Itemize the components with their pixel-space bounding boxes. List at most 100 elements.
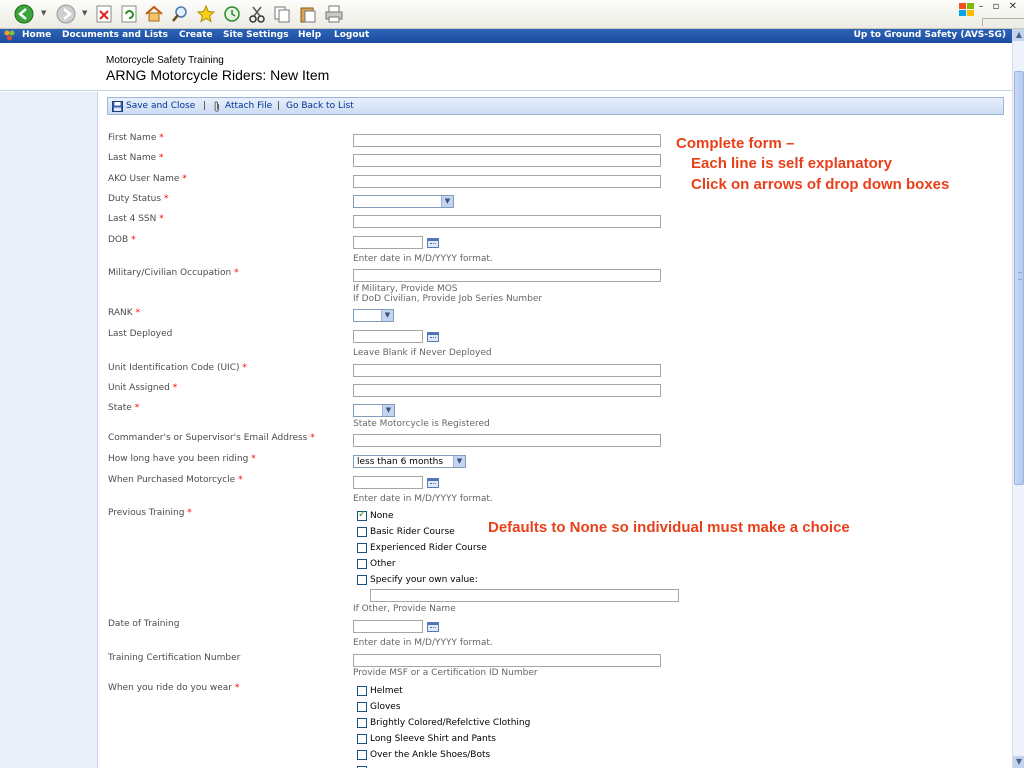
duty-status-select[interactable]: ▼ (353, 195, 454, 208)
paste-icon[interactable] (298, 4, 318, 24)
last-deployed-hint: Leave Blank if Never Deployed (353, 348, 492, 358)
calendar-icon[interactable] (427, 622, 439, 632)
previous-training-label: Previous Training * (108, 508, 192, 518)
training-specify-input[interactable] (370, 589, 679, 602)
save-icon[interactable] (112, 101, 123, 112)
search-icon[interactable] (170, 4, 190, 24)
ako-user-name-label: AKO User Name * (108, 174, 187, 184)
label-text: When Purchased Motorcycle (108, 475, 236, 485)
scroll-up-icon[interactable]: ▲ (1013, 29, 1024, 41)
chevron-down-icon[interactable]: ▼ (382, 405, 394, 416)
uic-input[interactable] (353, 364, 661, 377)
label-text: Last 4 SSN (108, 214, 157, 224)
page-header: Motorcycle Safety Training ARNG Motorcyc… (0, 43, 1012, 91)
forward-dropdown-icon[interactable]: ▼ (82, 9, 87, 17)
last-deployed-date-input[interactable] (353, 330, 423, 343)
cut-icon[interactable] (247, 4, 267, 24)
nav-documents-and-lists[interactable]: Documents and Lists (62, 30, 168, 40)
commander-email-input[interactable] (353, 434, 661, 447)
scroll-down-icon[interactable]: ▼ (1013, 756, 1024, 768)
nav-home[interactable]: Home (22, 30, 51, 40)
first-name-input[interactable] (353, 134, 661, 147)
label-text: Duty Status (108, 194, 162, 204)
nav-create[interactable]: Create (179, 30, 213, 40)
paperclip-icon[interactable] (213, 101, 221, 112)
training-basic-checkbox[interactable] (357, 527, 367, 537)
ako-user-name-input[interactable] (353, 175, 661, 188)
calendar-icon[interactable] (427, 478, 439, 488)
home-icon[interactable] (144, 4, 164, 24)
favorites-icon[interactable] (196, 4, 216, 24)
go-back-to-list-button[interactable]: Go Back to List (286, 101, 354, 111)
annotation-self-explanatory: Each line is self explanatory (691, 155, 892, 172)
label-text: Training Certification Number (108, 653, 241, 663)
training-date-input[interactable] (353, 620, 423, 633)
annotation-defaults-none: Defaults to None so individual must make… (488, 519, 850, 536)
label-text: When you ride do you wear (108, 683, 233, 693)
history-icon[interactable] (222, 4, 242, 24)
wear-option-label: Long Sleeve Shirt and Pants (370, 734, 496, 744)
wear-ankle-shoes-checkbox[interactable] (357, 750, 367, 760)
training-other-checkbox[interactable] (357, 559, 367, 569)
wear-bright-clothing-checkbox[interactable] (357, 718, 367, 728)
training-none-checkbox[interactable] (357, 509, 367, 521)
scroll-thumb[interactable] (1014, 71, 1024, 485)
rank-label: RANK * (108, 308, 140, 318)
training-specify-checkbox[interactable] (357, 575, 367, 585)
wear-option-label: Over the Ankle Shoes/Bots (370, 750, 491, 760)
required-marker: * (159, 214, 164, 224)
forward-icon[interactable] (56, 4, 76, 24)
nav-site-settings[interactable]: Site Settings (223, 30, 289, 40)
back-icon[interactable] (14, 4, 34, 24)
calendar-icon[interactable] (427, 238, 439, 248)
duty-status-label: Duty Status * (108, 194, 168, 204)
attach-file-button[interactable]: Attach File (225, 101, 272, 111)
stop-icon[interactable] (94, 4, 114, 24)
purchased-date-input[interactable] (353, 476, 423, 489)
occupation-hint-military: If Military, Provide MOS (353, 284, 458, 294)
save-and-close-button[interactable]: Save and Close (126, 101, 195, 111)
required-marker: * (172, 383, 178, 393)
wear-helmet-checkbox[interactable] (357, 686, 367, 696)
last-deployed-label: Last Deployed (108, 329, 172, 339)
wear-long-sleeve-checkbox[interactable] (357, 734, 367, 744)
unit-assigned-input[interactable] (353, 384, 661, 397)
refresh-icon[interactable] (119, 4, 139, 24)
purchased-date-hint: Enter date in M/D/YYYY format. (353, 494, 493, 504)
last-name-input[interactable] (353, 154, 661, 167)
riding-duration-select[interactable]: less than 6 months ▼ (353, 455, 466, 468)
state-select[interactable]: ▼ (353, 404, 395, 417)
cert-number-input[interactable] (353, 654, 661, 667)
chevron-down-icon[interactable]: ▼ (453, 456, 465, 467)
required-marker: * (187, 508, 192, 518)
training-option-label: Basic Rider Course (370, 527, 455, 537)
state-hint: State Motorcycle is Registered (353, 419, 490, 429)
dob-date-input[interactable] (353, 236, 423, 249)
chevron-down-icon[interactable]: ▼ (441, 196, 453, 207)
toolbar-separator: | (203, 101, 207, 111)
nav-logout[interactable]: Logout (334, 30, 369, 40)
occupation-input[interactable] (353, 269, 661, 282)
ride-wear-label: When you ride do you wear * (108, 683, 239, 693)
windows-logo-icon (958, 2, 976, 18)
back-dropdown-icon[interactable]: ▼ (41, 9, 46, 17)
wear-gloves-checkbox[interactable] (357, 702, 367, 712)
nav-up-to-site[interactable]: Up to Ground Safety (AVS-SG) (854, 30, 1006, 40)
last-4-ssn-input[interactable] (353, 215, 661, 228)
calendar-icon[interactable] (427, 332, 439, 342)
top-navigation-bar: Home Documents and Lists Create Site Set… (0, 29, 1012, 43)
training-experienced-checkbox[interactable] (357, 543, 367, 553)
print-icon[interactable] (324, 4, 344, 24)
window-controls[interactable]: – ▫ ✕ (978, 1, 1020, 12)
last-4-ssn-label: Last 4 SSN * (108, 214, 164, 224)
copy-icon[interactable] (272, 4, 292, 24)
breadcrumb[interactable]: Motorcycle Safety Training (106, 55, 224, 66)
vertical-scrollbar[interactable]: ▲ ▼ (1012, 29, 1024, 768)
nav-help[interactable]: Help (298, 30, 321, 40)
required-marker: * (131, 235, 136, 245)
label-text: How long have you been riding (108, 454, 249, 464)
chevron-down-icon[interactable]: ▼ (381, 310, 393, 321)
required-marker: * (163, 194, 169, 204)
rank-select[interactable]: ▼ (353, 309, 394, 322)
unit-assigned-label: Unit Assigned * (108, 383, 177, 393)
